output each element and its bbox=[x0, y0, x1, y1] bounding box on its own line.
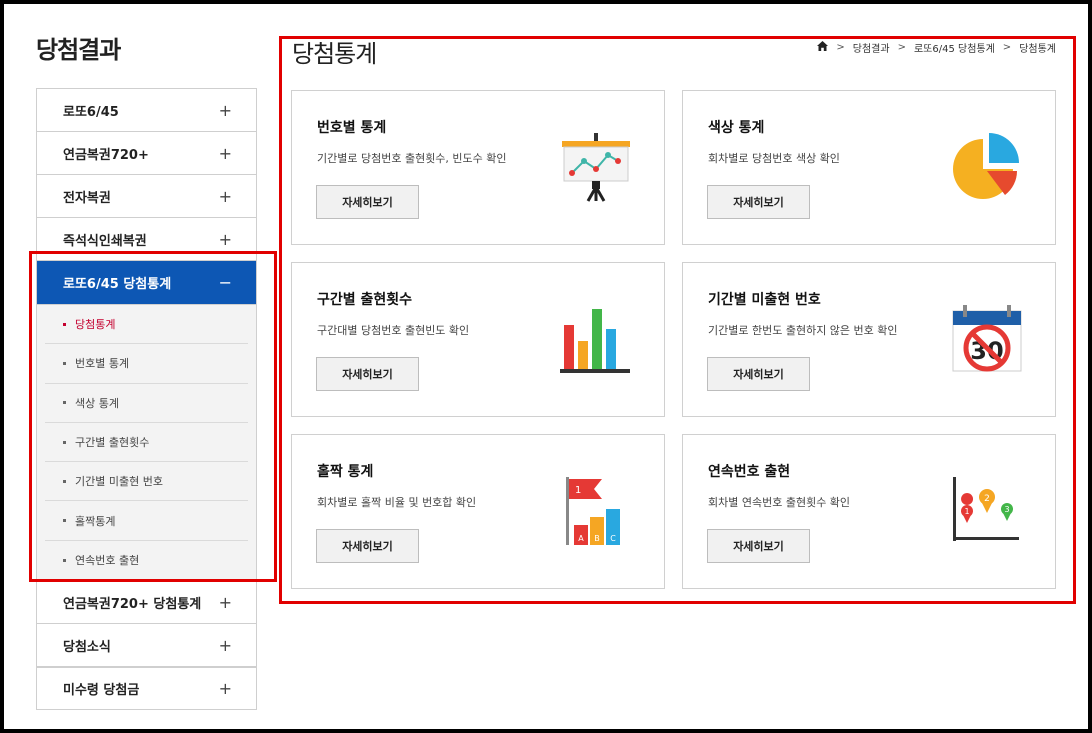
submenu-item-label: 연속번호 출현 bbox=[75, 554, 140, 568]
home-icon[interactable] bbox=[817, 41, 829, 54]
sidebar-item-winning-news[interactable]: 당첨소식 + bbox=[37, 624, 256, 668]
card-description: 기간별로 한번도 출현하지 않은 번호 확인 bbox=[708, 324, 898, 337]
submenu-item-label: 색상 통계 bbox=[75, 396, 119, 410]
plus-icon: + bbox=[218, 592, 232, 612]
bullet-icon bbox=[63, 361, 66, 365]
bullet-icon bbox=[63, 440, 66, 444]
card-color-stats: 색상 통계 회차별로 당첨번호 색상 확인 자세히보기 bbox=[682, 90, 1056, 245]
sidebar-item-label: 로또6/45 bbox=[63, 104, 119, 120]
card-range-frequency: 구간별 출현횟수 구간대별 당첨번호 출현빈도 확인 자세히보기 bbox=[291, 262, 665, 417]
submenu-item-odd-even[interactable]: 홀짝통계 bbox=[45, 501, 248, 541]
bullet-icon bbox=[63, 519, 66, 523]
detail-button[interactable]: 자세히보기 bbox=[316, 185, 419, 219]
submenu-item-label: 기간별 미출현 번호 bbox=[75, 475, 163, 489]
card-description: 회차별로 당첨번호 색상 확인 bbox=[708, 152, 840, 165]
breadcrumb: > 당첨결과 > 로또6/45 당첨통계 > 당첨통계 bbox=[817, 40, 1056, 55]
detail-button[interactable]: 자세히보기 bbox=[707, 529, 810, 563]
card-description: 회차별 연속번호 출현횟수 확인 bbox=[708, 496, 851, 509]
plus-icon: + bbox=[218, 229, 232, 249]
submenu-item-consecutive[interactable]: 연속번호 출현 bbox=[45, 541, 248, 580]
chevron-right-icon: > bbox=[1002, 42, 1012, 53]
svg-text:2: 2 bbox=[984, 494, 990, 504]
detail-button[interactable]: 자세히보기 bbox=[316, 357, 419, 391]
plus-icon: + bbox=[218, 679, 232, 699]
bar-chart-icon bbox=[558, 301, 634, 377]
card-odd-even-stats: 홀짝 통계 회차별로 홀짝 비율 및 번호합 확인 자세히보기 1 A B C bbox=[291, 434, 665, 589]
svg-text:1: 1 bbox=[964, 507, 969, 516]
sidebar-item-label: 즉석식인쇄복권 bbox=[63, 233, 147, 249]
submenu-item-winning-stats[interactable]: 당첨통계 bbox=[45, 305, 248, 345]
svg-text:C: C bbox=[610, 534, 616, 543]
sidebar-item-instant-lottery[interactable]: 즉석식인쇄복권 + bbox=[37, 218, 256, 261]
card-consecutive-numbers: 연속번호 출현 회차별 연속번호 출현횟수 확인 자세히보기 1 2 3 bbox=[682, 434, 1056, 589]
submenu-item-range-frequency[interactable]: 구간별 출현횟수 bbox=[45, 423, 248, 463]
sidebar-item-label: 전자복권 bbox=[63, 190, 111, 206]
card-missing-numbers: 기간별 미출현 번호 기간별로 한번도 출현하지 않은 번호 확인 자세히보기 … bbox=[682, 262, 1056, 417]
breadcrumb-item-current: 당첨통계 bbox=[1019, 44, 1056, 55]
submenu-item-label: 당첨통계 bbox=[75, 318, 116, 332]
sidebar-item-lotto645[interactable]: 로또6/45 + bbox=[37, 89, 256, 132]
map-pins-chart-icon: 1 2 3 bbox=[949, 473, 1025, 549]
detail-button[interactable]: 자세히보기 bbox=[707, 185, 810, 219]
calendar-no-30-icon: 30 bbox=[949, 301, 1025, 377]
chevron-right-icon: > bbox=[836, 42, 845, 53]
svg-text:B: B bbox=[594, 534, 600, 543]
sidebar-item-label: 로또6/45 당첨통계 bbox=[63, 277, 172, 292]
card-title: 홀짝 통계 bbox=[317, 464, 374, 480]
bullet-icon bbox=[63, 322, 66, 326]
card-description: 회차별로 홀짝 비율 및 번호합 확인 bbox=[317, 496, 477, 509]
bullet-icon bbox=[63, 558, 66, 562]
plus-icon: + bbox=[218, 100, 232, 120]
svg-text:3: 3 bbox=[1004, 505, 1009, 514]
card-description: 기간별로 당첨번호 출현횟수, 빈도수 확인 bbox=[317, 152, 507, 165]
sidebar-item-label: 당첨소식 bbox=[63, 639, 111, 655]
sidebar-item-e-lottery[interactable]: 전자복권 + bbox=[37, 175, 256, 218]
presentation-board-icon bbox=[558, 129, 634, 205]
card-title: 번호별 통계 bbox=[317, 120, 387, 136]
submenu-item-label: 구간별 출현횟수 bbox=[75, 436, 150, 450]
plus-icon: + bbox=[218, 143, 232, 163]
sidebar-submenu: 당첨통계 번호별 통계 색상 통계 구간별 출현횟수 기간별 미출현 번호 홀짝… bbox=[37, 305, 256, 582]
submenu-item-number-stats[interactable]: 번호별 통계 bbox=[45, 344, 248, 384]
card-title: 색상 통계 bbox=[708, 120, 765, 136]
detail-button[interactable]: 자세히보기 bbox=[707, 357, 810, 391]
submenu-item-label: 홀짝통계 bbox=[75, 514, 116, 528]
svg-text:A: A bbox=[578, 534, 584, 543]
card-title: 연속번호 출현 bbox=[708, 464, 791, 480]
sidebar-item-pension720-stats[interactable]: 연금복권720+ 당첨통계 + bbox=[37, 581, 256, 625]
card-number-stats: 번호별 통계 기간별로 당첨번호 출현횟수, 빈도수 확인 자세히보기 bbox=[291, 90, 665, 245]
sidebar-item-label: 미수령 당첨금 bbox=[63, 683, 140, 699]
flag-bar-chart-icon: 1 A B C bbox=[558, 473, 634, 549]
sidebar-item-label: 연금복권720+ 당첨통계 bbox=[63, 596, 202, 612]
bullet-icon bbox=[63, 479, 66, 483]
plus-icon: + bbox=[218, 186, 232, 206]
sidebar-item-pension720[interactable]: 연금복권720+ + bbox=[37, 132, 256, 175]
breadcrumb-item[interactable]: 로또6/45 당첨통계 bbox=[914, 40, 995, 55]
card-title: 구간별 출현횟수 bbox=[317, 292, 413, 308]
sidebar-item-lotto645-stats[interactable]: 로또6/45 당첨통계 − bbox=[37, 261, 256, 305]
submenu-item-label: 번호별 통계 bbox=[75, 357, 130, 371]
plus-icon: + bbox=[218, 635, 232, 655]
sidebar-item-unclaimed-prize[interactable]: 미수령 당첨금 + bbox=[37, 667, 256, 711]
minus-icon: − bbox=[218, 273, 232, 292]
sidebar-item-label: 연금복권720+ bbox=[63, 147, 149, 163]
card-title: 기간별 미출현 번호 bbox=[708, 292, 821, 308]
chevron-right-icon: > bbox=[897, 42, 906, 53]
breadcrumb-item[interactable]: 당첨결과 bbox=[853, 40, 890, 55]
sidebar-title: 당첨결과 bbox=[36, 36, 121, 64]
detail-button[interactable]: 자세히보기 bbox=[316, 529, 419, 563]
card-description: 구간대별 당첨번호 출현빈도 확인 bbox=[317, 324, 470, 337]
page-title: 당첨통계 bbox=[292, 40, 377, 68]
sidebar-menu: 로또6/45 + 연금복권720+ + 전자복권 + 즉석식인쇄복권 + 로또6… bbox=[36, 88, 257, 711]
pie-chart-icon bbox=[949, 129, 1025, 205]
submenu-item-color-stats[interactable]: 색상 통계 bbox=[45, 384, 248, 423]
bullet-icon bbox=[63, 401, 66, 405]
submenu-item-missing-numbers[interactable]: 기간별 미출현 번호 bbox=[45, 462, 248, 502]
svg-text:1: 1 bbox=[575, 485, 581, 496]
